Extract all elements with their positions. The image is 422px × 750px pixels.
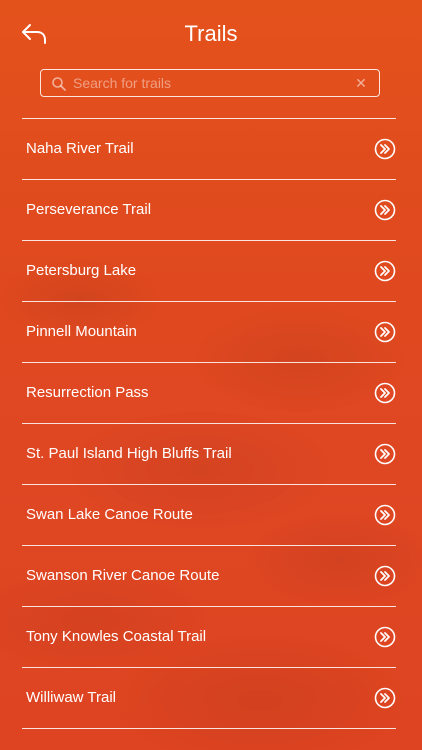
double-chevron-right-icon[interactable] — [374, 626, 396, 648]
trail-label: Perseverance Trail — [26, 201, 152, 218]
double-chevron-right-icon[interactable] — [374, 443, 396, 465]
list-item[interactable]: Pinnell Mountain — [22, 302, 396, 363]
double-chevron-right-icon[interactable] — [374, 687, 396, 709]
trail-label: Pinnell Mountain — [26, 323, 137, 340]
trail-label: St. Paul Island High Bluffs Trail — [26, 445, 232, 462]
trail-label: Naha River Trail — [26, 140, 134, 157]
double-chevron-right-icon[interactable] — [374, 199, 396, 221]
close-icon[interactable]: ✕ — [353, 75, 369, 91]
list-item[interactable]: Perseverance Trail — [22, 180, 396, 241]
trail-label: Petersburg Lake — [26, 262, 137, 279]
trail-label: Resurrection Pass — [26, 384, 149, 401]
list-item[interactable]: Swan Lake Canoe Route — [22, 485, 396, 546]
list-item[interactable]: Resurrection Pass — [22, 363, 396, 424]
list-item[interactable]: Williwaw Trail — [22, 668, 396, 729]
list-item[interactable]: St. Paul Island High Bluffs Trail — [22, 424, 396, 485]
double-chevron-right-icon[interactable] — [374, 565, 396, 587]
trail-label: Swan Lake Canoe Route — [26, 506, 193, 523]
double-chevron-right-icon[interactable] — [374, 138, 396, 160]
search-bar[interactable]: ✕ — [40, 69, 380, 97]
list-item[interactable]: Petersburg Lake — [22, 241, 396, 302]
trail-label: Swanson River Canoe Route — [26, 567, 220, 584]
trail-list: Naha River Trail Perseverance Trail Peters… — [22, 118, 396, 729]
list-item[interactable]: Naha River Trail — [22, 119, 396, 180]
header: Trails — [0, 0, 422, 64]
trail-label: Williwaw Trail — [26, 689, 116, 706]
page-title: Trails — [184, 21, 238, 46]
list-item[interactable]: Swanson River Canoe Route — [22, 546, 396, 607]
trail-label: Tony Knowles Coastal Trail — [26, 628, 207, 645]
double-chevron-right-icon[interactable] — [374, 504, 396, 526]
search-input[interactable] — [73, 73, 343, 93]
search-icon — [52, 77, 66, 91]
double-chevron-right-icon[interactable] — [374, 382, 396, 404]
double-chevron-right-icon[interactable] — [374, 260, 396, 282]
list-item[interactable]: Tony Knowles Coastal Trail — [22, 607, 396, 668]
double-chevron-right-icon[interactable] — [374, 321, 396, 343]
